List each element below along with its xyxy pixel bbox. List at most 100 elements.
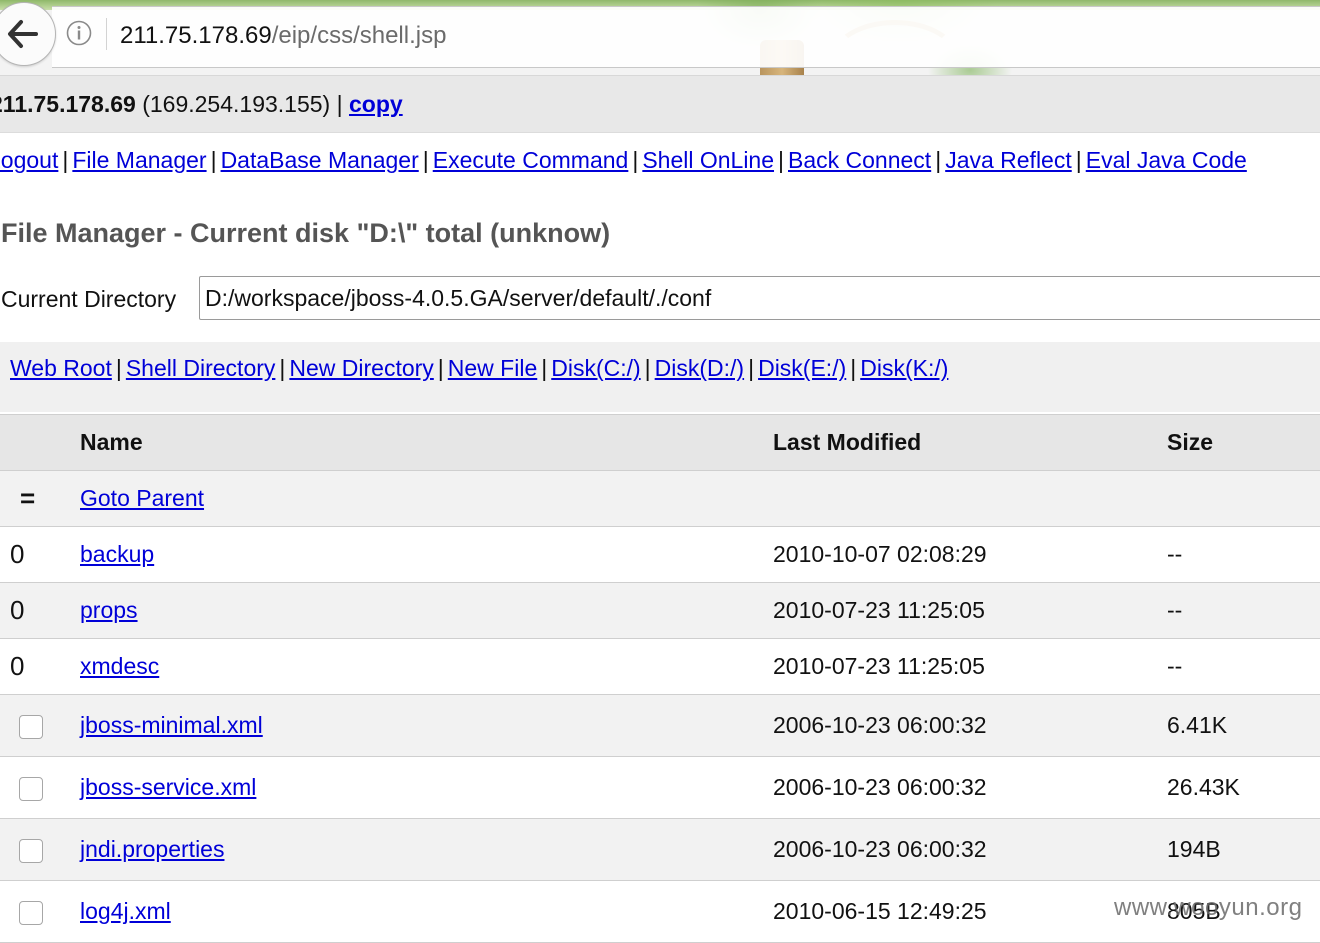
file-select-cell: [0, 818, 80, 881]
menu-back-connect[interactable]: Back Connect: [788, 147, 931, 173]
size-cell: 26.43K: [1167, 756, 1320, 819]
new-directory-link[interactable]: New Directory: [289, 355, 433, 381]
disk-k-link[interactable]: Disk(K:/): [860, 355, 948, 381]
browser-toolbar: 211.75.178.69/eip/css/shell.jsp: [0, 0, 1320, 76]
file-select-cell: [0, 880, 80, 943]
header-name: Name: [80, 414, 773, 471]
file-name-cell: jboss-minimal.xml: [80, 694, 773, 757]
table-row: 0 xmdesc 2010-07-23 11:25:05 --: [0, 638, 1320, 695]
link-pipe: |: [115, 355, 122, 381]
file-checkbox[interactable]: [19, 714, 43, 739]
menu-pipe: |: [632, 147, 639, 173]
menu-shell-online[interactable]: Shell OnLine: [642, 147, 774, 173]
file-link[interactable]: jboss-service.xml: [80, 774, 256, 800]
disk-c-link[interactable]: Disk(C:/): [551, 355, 640, 381]
menu-pipe: |: [210, 147, 217, 173]
watermark: www.wooyun.org: [1114, 894, 1303, 921]
host-ip: (169.254.193.155): [142, 91, 331, 117]
link-pipe: |: [279, 355, 286, 381]
new-file-link[interactable]: New File: [448, 355, 537, 381]
dir-mark: 0: [10, 539, 25, 569]
menu-java-reflect[interactable]: Java Reflect: [945, 147, 1072, 173]
menu-eval-java-code[interactable]: Eval Java Code: [1086, 147, 1247, 173]
menu-file-manager[interactable]: File Manager: [72, 147, 206, 173]
menu-pipe: |: [422, 147, 429, 173]
disk-d-link[interactable]: Disk(D:/): [655, 355, 744, 381]
file-checkbox[interactable]: [19, 900, 43, 925]
directory-link[interactable]: backup: [80, 541, 154, 567]
size-cell: --: [1167, 526, 1320, 583]
site-info-icon[interactable]: [66, 20, 92, 46]
goto-parent-link[interactable]: Goto Parent: [80, 485, 204, 511]
table-row: jboss-minimal.xml 2006-10-23 06:00:32 6.…: [0, 694, 1320, 757]
file-link[interactable]: jndi.properties: [80, 836, 224, 862]
modified-cell: 2006-10-23 06:00:32: [773, 818, 1167, 881]
page-title: File Manager - Current disk "D:\" total …: [1, 218, 611, 248]
modified-cell: 2006-10-23 06:00:32: [773, 694, 1167, 757]
quick-links: Web Root | Shell Directory | New Directory | N…: [10, 353, 948, 383]
file-checkbox[interactable]: [19, 838, 43, 863]
modified-cell: 2010-07-23 11:25:05: [773, 638, 1167, 695]
host-address: 211.75.178.69: [0, 91, 136, 117]
dir-name-cell: backup: [80, 526, 773, 583]
file-select-cell: [0, 694, 80, 757]
current-directory-input[interactable]: [199, 276, 1320, 320]
copy-link[interactable]: copy: [349, 91, 403, 117]
menu-database-manager[interactable]: DataBase Manager: [221, 147, 419, 173]
dir-mark: 0: [10, 651, 25, 681]
menu-execute-command[interactable]: Execute Command: [433, 147, 629, 173]
menu-logout[interactable]: Logout: [0, 147, 58, 173]
dir-mark-cell: 0: [0, 526, 80, 583]
link-pipe: |: [850, 355, 857, 381]
menu-pipe: |: [778, 147, 784, 173]
file-link[interactable]: log4j.xml: [80, 898, 171, 924]
header-size: Size: [1167, 414, 1320, 471]
dir-mark-cell: 0: [0, 638, 80, 695]
host-separator: |: [336, 91, 343, 117]
web-root-link[interactable]: Web Root: [10, 355, 112, 381]
header-select: [0, 414, 80, 471]
parent-mark: =: [20, 483, 36, 513]
menu-pipe: |: [62, 147, 69, 173]
file-table: Name Last Modified Size = Goto Parent 0 …: [0, 414, 1320, 943]
back-arrow-icon: [8, 20, 38, 48]
quick-links-bar: Web Root | Shell Directory | New Directory | N…: [0, 342, 1320, 412]
dir-name-cell: xmdesc: [80, 638, 773, 695]
disk-e-link[interactable]: Disk(E:/): [758, 355, 846, 381]
link-pipe: |: [748, 355, 755, 381]
modified-cell: 2006-10-23 06:00:32: [773, 756, 1167, 819]
url-path: /eip/css/shell.jsp: [271, 22, 447, 49]
shell-directory-link[interactable]: Shell Directory: [126, 355, 276, 381]
table-row: jndi.properties 2006-10-23 06:00:32 194B: [0, 818, 1320, 881]
dir-mark: 0: [10, 595, 25, 625]
link-pipe: |: [541, 355, 548, 381]
table-row: jboss-service.xml 2006-10-23 06:00:32 26…: [0, 756, 1320, 819]
file-name-cell: jboss-service.xml: [80, 756, 773, 819]
modified-cell: 2010-10-07 02:08:29: [773, 526, 1167, 583]
size-cell: --: [1167, 638, 1320, 695]
menu-pipe: |: [935, 147, 942, 173]
file-link[interactable]: jboss-minimal.xml: [80, 712, 263, 738]
parent-name-cell: Goto Parent: [80, 470, 773, 527]
table-header-row: Name Last Modified Size: [0, 414, 1320, 471]
main-menu: Logout|File Manager|DataBase Manager|Exe…: [0, 144, 1320, 176]
parent-modified-cell: [773, 470, 1167, 527]
parent-mark-cell: =: [0, 470, 80, 527]
directory-link[interactable]: xmdesc: [80, 653, 159, 679]
table-row: 0 backup 2010-10-07 02:08:29 --: [0, 526, 1320, 583]
link-pipe: |: [644, 355, 651, 381]
file-checkbox[interactable]: [19, 776, 43, 801]
host-info-bar: 211.75.178.69 (169.254.193.155) | copy: [0, 76, 1320, 133]
goto-parent-row: = Goto Parent: [0, 470, 1320, 527]
link-pipe: |: [437, 355, 444, 381]
file-select-cell: [0, 756, 80, 819]
header-last-modified: Last Modified: [773, 414, 1167, 471]
host-line: 211.75.178.69 (169.254.193.155) | copy: [0, 89, 403, 119]
url-text[interactable]: 211.75.178.69/eip/css/shell.jsp: [120, 20, 446, 52]
directory-link[interactable]: props: [80, 597, 138, 623]
table-row: 0 props 2010-07-23 11:25:05 --: [0, 582, 1320, 639]
dir-name-cell: props: [80, 582, 773, 639]
size-cell: 6.41K: [1167, 694, 1320, 757]
back-button[interactable]: [0, 2, 56, 66]
parent-size-cell: [1167, 470, 1320, 527]
